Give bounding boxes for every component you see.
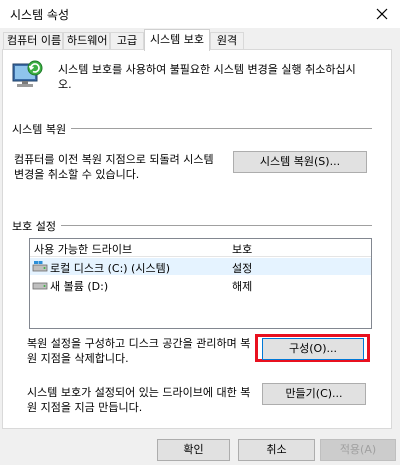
tab-computer-name[interactable]: 컴퓨터 이름 [3, 32, 63, 50]
drive-list-header: 사용 가능한 드라이브 보호 [30, 239, 371, 257]
drive-name: 로컬 디스크 (C:) (시스템) [50, 262, 171, 275]
configure-description: 복원 설정을 구성하고 디스크 공간을 관리하며 복원 지점을 삭제합니다. [27, 337, 251, 365]
title-bar: 시스템 속성 [0, 0, 400, 28]
protection-group-line [12, 225, 372, 226]
drive-list[interactable]: 사용 가능한 드라이브 보호 로컬 디스크 (C:) (시스템) 설정 새 볼륨… [29, 238, 372, 329]
tab-hardware[interactable]: 하드웨어 [63, 32, 110, 50]
system-protection-icon [10, 58, 44, 92]
drive-status: 설정 [232, 262, 253, 275]
restore-description: 컴퓨터를 이전 복원 지점으로 되돌려 시스템 변경을 취소할 수 있습니다. [14, 153, 214, 181]
window-title: 시스템 속성 [10, 8, 70, 22]
cancel-button[interactable]: 취소 [238, 439, 315, 461]
drive-row-d[interactable]: 새 볼륨 (D:) 해제 [30, 276, 371, 293]
drive-icon [32, 278, 48, 291]
system-drive-icon [32, 260, 48, 273]
configure-button[interactable]: 구성(O)... [262, 338, 364, 360]
create-button[interactable]: 만들기(C)... [262, 383, 366, 405]
system-restore-button[interactable]: 시스템 복원(S)... [233, 151, 367, 173]
create-description: 시스템 보호가 설정되어 있는 드라이브에 대한 복원 지점을 지금 만듭니다. [27, 386, 251, 414]
tab-strip: 컴퓨터 이름 하드웨어 고급 시스템 보호 원격 [0, 28, 400, 51]
drive-status: 해제 [232, 280, 253, 293]
column-header-drive[interactable]: 사용 가능한 드라이브 [34, 241, 132, 257]
tab-remote[interactable]: 원격 [210, 32, 244, 50]
tab-advanced[interactable]: 고급 [110, 32, 144, 50]
dialog-footer: 확인 취소 적용(A) [0, 430, 400, 465]
drive-row-c[interactable]: 로컬 디스크 (C:) (시스템) 설정 [30, 258, 371, 275]
intro-text: 시스템 보호를 사용하여 불필요한 시스템 변경을 실행 취소하십시오. [58, 63, 356, 91]
restore-group-label: 시스템 복원 [12, 121, 72, 137]
close-icon[interactable] [372, 4, 392, 24]
tab-system-protection[interactable]: 시스템 보호 [144, 29, 210, 51]
protection-group-label: 보호 설정 [12, 218, 61, 234]
ok-button[interactable]: 확인 [157, 439, 230, 461]
apply-button[interactable]: 적용(A) [320, 439, 396, 461]
drive-name: 새 볼륨 (D:) [50, 280, 109, 293]
column-header-protection[interactable]: 보호 [232, 241, 252, 257]
